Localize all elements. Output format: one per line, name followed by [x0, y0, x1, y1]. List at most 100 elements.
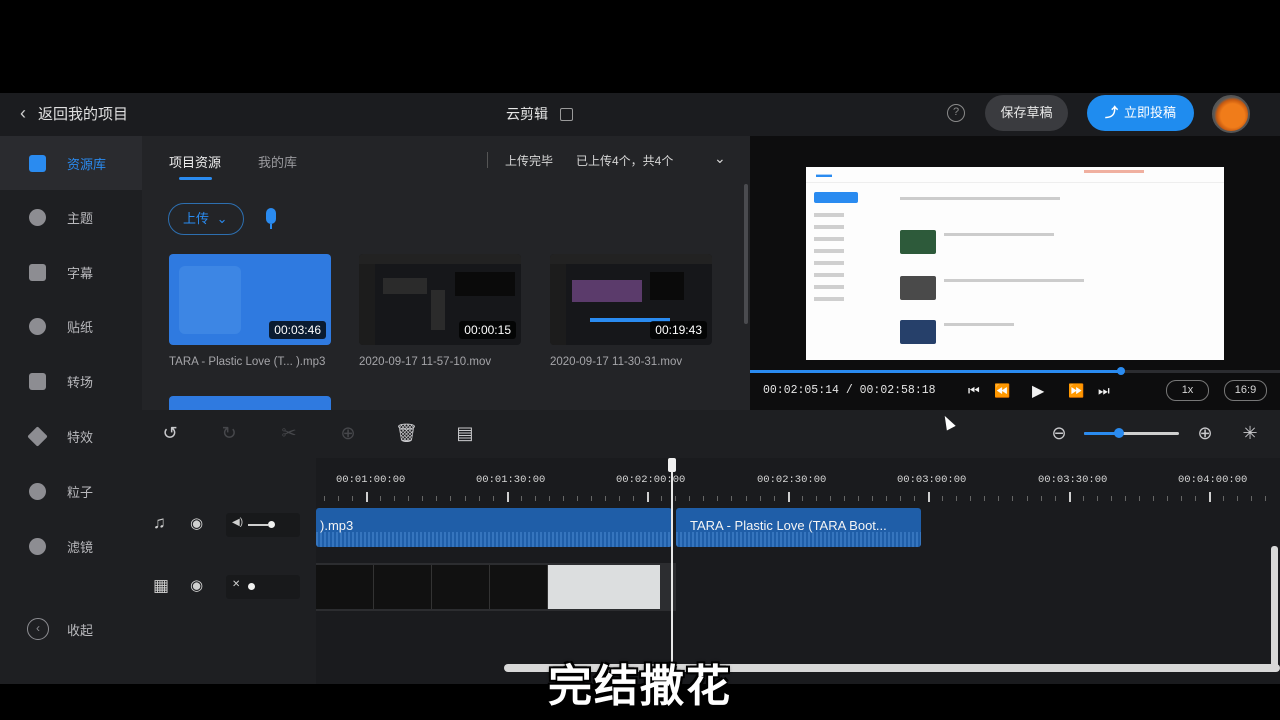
collapse-button[interactable]: ‹ 收起	[0, 602, 142, 656]
playhead[interactable]	[671, 458, 673, 678]
ruler-tick	[773, 496, 775, 501]
save-draft-button[interactable]: 保存草稿	[985, 95, 1068, 131]
music-track-icon: ♫	[153, 513, 166, 532]
ruler-tick	[900, 496, 902, 501]
tab-my-library[interactable]: 我的库	[258, 152, 297, 171]
ruler-tick	[1082, 496, 1084, 501]
ruler-tick	[1237, 496, 1239, 501]
zoom-out-icon[interactable]: ⊖	[1048, 421, 1070, 445]
ruler-tick	[970, 496, 972, 501]
zoom-slider-knob[interactable]	[1114, 428, 1124, 438]
aspect-button[interactable]: 16:9	[1224, 380, 1267, 401]
audio-clip[interactable]: ).mp3	[316, 508, 672, 547]
ruler-tick	[661, 496, 663, 501]
step-back-icon[interactable]: ⏪	[994, 383, 1010, 399]
audio-clip-label: TARA - Plastic Love (TARA Boot...	[690, 518, 887, 533]
publish-label: 立即投稿	[1124, 105, 1177, 120]
asset-card-video[interactable]: 00:00:15	[359, 254, 521, 345]
sidebar-item-label: 贴纸	[67, 319, 94, 335]
ruler-tick	[956, 496, 958, 501]
help-icon[interactable]: ?	[947, 104, 965, 122]
ruler-tick	[1195, 496, 1197, 501]
ruler-tick	[675, 496, 677, 501]
ruler-tick	[942, 496, 944, 501]
ruler-tick	[380, 496, 382, 501]
ruler-tick	[1096, 496, 1098, 501]
eye-icon[interactable]: ◉	[190, 514, 203, 532]
asset-card-audio[interactable]: 00:03:46	[169, 254, 331, 345]
thumbnail-pane	[455, 272, 515, 296]
step-forward-icon[interactable]: ⏩	[1068, 383, 1084, 399]
upload-count: 已上传4个，共4个	[576, 154, 674, 168]
ruler-tick	[576, 496, 578, 501]
skip-end-icon[interactable]: ⏭	[1098, 383, 1110, 399]
thumbnail-pane	[650, 272, 684, 300]
volume-knob[interactable]	[268, 521, 275, 528]
sidebar-item-filter[interactable]: 滤镜	[0, 519, 142, 573]
chevron-left-icon: ‹	[27, 618, 49, 640]
frame-thumb	[900, 230, 936, 254]
tab-project-resources[interactable]: 项目资源	[169, 152, 221, 171]
upload-status: 上传完毕	[505, 154, 554, 168]
asset-card-partial[interactable]	[169, 396, 331, 410]
ruler-tick	[1110, 496, 1112, 501]
upload-button[interactable]: 上传 ⌄	[168, 203, 244, 235]
sidebar-item-effects[interactable]: 特效	[0, 409, 142, 463]
microphone-icon[interactable]	[266, 208, 276, 229]
ruler-tick	[871, 496, 873, 501]
folder-icon	[29, 154, 46, 172]
sidebar-item-theme[interactable]: 主题	[0, 190, 142, 244]
ruler-tick	[492, 496, 494, 501]
upload-icon: ⤴	[1104, 105, 1118, 120]
frame-line	[944, 233, 1054, 236]
ruler-tick	[717, 496, 719, 501]
sidebar-item-sticker[interactable]: 贴纸	[0, 299, 142, 353]
subtitle-icon[interactable]: ▤	[454, 421, 476, 445]
filter-icon	[29, 537, 46, 555]
play-icon[interactable]: ▶	[1032, 381, 1044, 401]
preview-progress-knob[interactable]	[1117, 367, 1125, 375]
frame-topbar: ▬▬	[806, 167, 1224, 183]
volume-control[interactable]: ◀)	[226, 513, 300, 537]
fit-icon[interactable]: ✳	[1239, 421, 1261, 445]
ruler-tick	[562, 496, 564, 501]
frame-nav	[814, 237, 844, 241]
avatar[interactable]	[1212, 95, 1250, 133]
audio-clip-label: ).mp3	[320, 518, 354, 533]
eye-icon[interactable]: ◉	[190, 576, 203, 594]
audio-clip[interactable]: TARA - Plastic Love (TARA Boot...	[676, 508, 921, 547]
video-clip[interactable]	[316, 563, 676, 611]
asset-card-video[interactable]: 00:19:43	[550, 254, 712, 345]
ruler-tick	[352, 496, 354, 501]
ruler-label: 00:03:30:00	[1038, 474, 1108, 486]
ruler-tick	[590, 496, 592, 501]
sidebar-item-transition[interactable]: 转场	[0, 354, 142, 408]
chevron-down-icon[interactable]: ⌄	[714, 150, 726, 167]
sidebar-item-particle[interactable]: 粒子	[0, 464, 142, 518]
playhead-handle[interactable]	[668, 458, 676, 472]
back-button[interactable]: ‹ 返回我的项目	[20, 103, 128, 124]
frame-nav	[814, 213, 844, 217]
assets-scrollbar[interactable]	[744, 184, 748, 324]
sidebar-item-subtitle[interactable]: 字幕	[0, 245, 142, 299]
ruler-tick	[1026, 496, 1028, 501]
zoom-in-icon[interactable]: ⊕	[1194, 421, 1216, 445]
edit-icon[interactable]	[560, 107, 573, 121]
zoom-slider-fill	[1084, 432, 1118, 435]
volume-knob[interactable]	[248, 583, 255, 590]
publish-button[interactable]: ⤴ 立即投稿	[1087, 95, 1194, 131]
undo-icon[interactable]: ↺	[159, 421, 181, 445]
sticker-icon	[29, 317, 46, 335]
skip-start-icon[interactable]: ⏮	[968, 383, 980, 399]
volume-control[interactable]: ✕	[226, 575, 300, 599]
ruler-tick	[324, 496, 325, 501]
speed-button[interactable]: 1x	[1166, 380, 1209, 401]
video-caption: 完结撒花	[548, 662, 732, 711]
delete-icon[interactable]: 🗑	[395, 421, 418, 445]
volume-track	[248, 524, 268, 526]
sidebar-item-resources[interactable]: 资源库	[0, 136, 142, 190]
ruler-tick	[366, 492, 369, 502]
ruler-tick	[647, 492, 650, 502]
frame-thumb	[900, 276, 936, 300]
ruler-label: 00:02:30:00	[757, 474, 827, 486]
